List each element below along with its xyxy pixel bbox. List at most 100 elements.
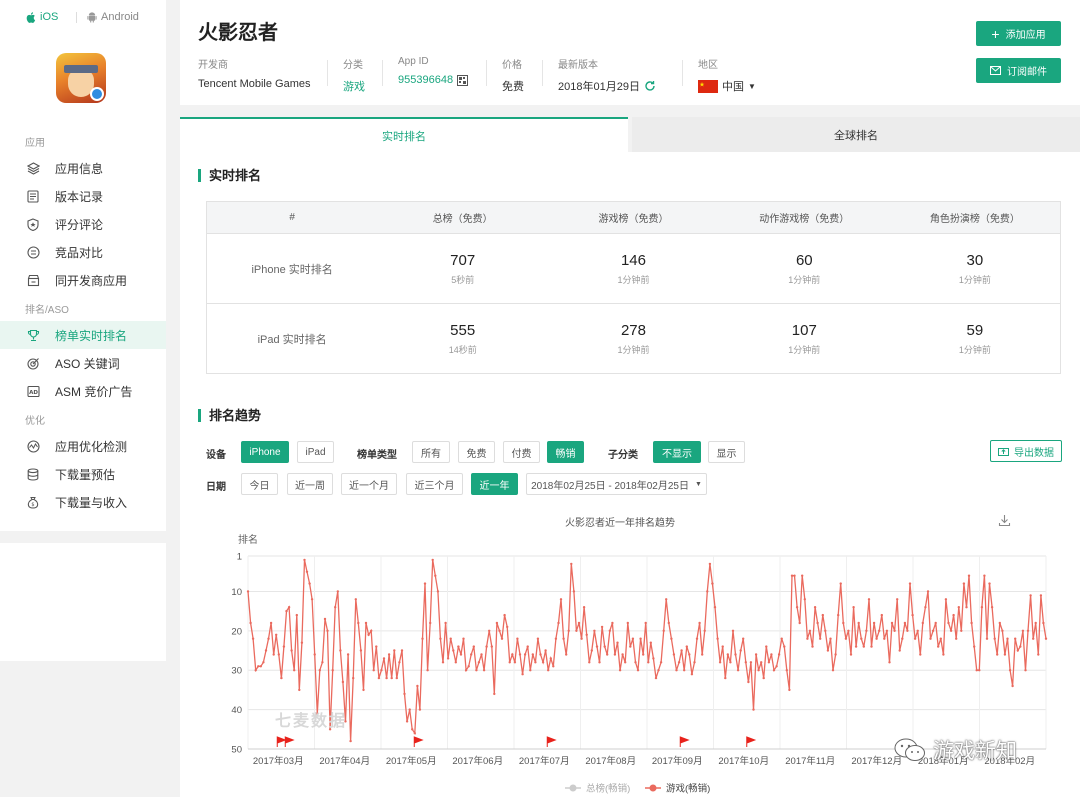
sidebar-item-asm-ads[interactable]: AD ASM 竞价广告 xyxy=(0,377,166,405)
sidebar-item-download-estimate[interactable]: 下载量预估 xyxy=(0,460,166,488)
date-range-picker[interactable]: 2018年02月25日 - 2018年02月25日 ▼ xyxy=(526,473,707,495)
data-point xyxy=(631,637,635,640)
data-point xyxy=(305,570,309,573)
data-point xyxy=(506,625,509,629)
data-point xyxy=(829,637,832,640)
svg-text:$: $ xyxy=(31,502,34,508)
data-point xyxy=(618,669,622,672)
data-point xyxy=(816,621,819,625)
data-point xyxy=(939,637,942,640)
data-point xyxy=(467,665,470,668)
data-point xyxy=(449,637,452,640)
sub-chip-show[interactable]: 显示 xyxy=(708,441,745,463)
data-point xyxy=(287,606,291,609)
date-chip-today[interactable]: 今日 xyxy=(241,473,278,495)
data-point xyxy=(670,637,673,640)
sidebar-item-app-optimization[interactable]: 应用优化检测 xyxy=(0,432,166,460)
date-chip-month[interactable]: 近一个月 xyxy=(341,473,397,495)
platform-ios-tab[interactable]: iOS xyxy=(26,11,58,23)
data-point xyxy=(844,637,848,640)
store-icon xyxy=(26,273,40,287)
data-point xyxy=(785,669,788,672)
tab-global-rank[interactable]: 全球排名 xyxy=(632,117,1080,152)
sidebar-item-same-developer[interactable]: 同开发商应用 xyxy=(0,266,166,294)
data-point xyxy=(919,653,922,656)
sidebar-item-aso-keywords[interactable]: ASO 关键词 xyxy=(0,349,166,377)
type-chip-all[interactable]: 所有 xyxy=(412,441,450,463)
data-point xyxy=(665,598,668,601)
data-point xyxy=(298,688,301,692)
data-point xyxy=(793,574,796,577)
sidebar-item-ratings[interactable]: 评分评论 xyxy=(0,210,166,238)
data-point xyxy=(518,653,522,656)
x-tick-label: 2017年03月 xyxy=(253,755,304,767)
sidebar-item-app-info[interactable]: 应用信息 xyxy=(0,154,166,182)
data-point xyxy=(1019,645,1022,648)
data-point xyxy=(567,629,570,632)
data-point xyxy=(323,617,327,621)
type-chip-paid[interactable]: 付费 xyxy=(503,441,540,463)
export-data-button[interactable]: 导出数据 xyxy=(990,440,1062,462)
data-point xyxy=(772,669,776,672)
legend-label: 总榜(畅销) xyxy=(586,783,630,795)
data-point xyxy=(749,661,753,664)
data-point xyxy=(326,629,329,632)
data-point xyxy=(554,637,558,640)
qrcode-icon[interactable] xyxy=(457,74,469,86)
data-point xyxy=(621,653,624,656)
subscribe-email-button[interactable]: 订阅邮件 xyxy=(976,58,1061,83)
data-point xyxy=(973,645,976,648)
data-point xyxy=(703,629,706,632)
data-point xyxy=(1029,594,1032,597)
data-point xyxy=(269,621,273,625)
meta-price: 价格 免费 xyxy=(502,56,524,94)
data-point xyxy=(949,629,953,632)
data-point xyxy=(831,669,835,672)
divider xyxy=(682,60,683,86)
data-point xyxy=(582,606,586,609)
data-point xyxy=(654,676,658,680)
appid-text[interactable]: 955396648 xyxy=(398,74,453,86)
sidebar-item-version-history[interactable]: 版本记录 xyxy=(0,182,166,210)
sub-chip-hide[interactable]: 不显示 xyxy=(653,441,701,463)
table-row: iPad 实时排名 555 14秒前 278 1分钟前 107 1分钟前 59 1分钟前 xyxy=(206,303,1061,374)
y-tick-label: 10 xyxy=(231,587,242,598)
sidebar-item-competitors[interactable]: 竞品对比 xyxy=(0,238,166,266)
date-chip-three-months[interactable]: 近三个月 xyxy=(406,473,463,495)
rank-cell: 60 1分钟前 xyxy=(718,233,890,304)
region-select[interactable]: 中国 ▼ xyxy=(698,78,756,94)
data-point xyxy=(901,637,904,640)
platform-android-tab[interactable]: Android xyxy=(87,11,139,23)
tab-realtime-rank[interactable]: 实时排名 xyxy=(180,117,628,152)
chart-download-icon[interactable] xyxy=(998,514,1011,527)
data-point xyxy=(500,637,504,640)
tab-label: 全球排名 xyxy=(834,129,878,142)
data-point xyxy=(334,606,337,609)
category-link[interactable]: 游戏 xyxy=(343,78,365,94)
data-point xyxy=(511,653,514,656)
data-point xyxy=(246,590,250,593)
type-chip-free[interactable]: 免费 xyxy=(458,441,495,463)
sidebar-item-downloads-revenue[interactable]: $ 下载量与收入 xyxy=(0,488,166,516)
row-label: iPad 实时排名 xyxy=(206,303,378,374)
sidebar-item-realtime-rank[interactable]: 榜单实时排名 xyxy=(0,321,166,349)
data-point xyxy=(293,669,296,672)
device-chip-iphone[interactable]: iPhone xyxy=(241,441,289,463)
monitor-icon xyxy=(26,439,40,453)
tab-label: 实时排名 xyxy=(382,130,426,143)
date-chip-year[interactable]: 近一年 xyxy=(471,473,518,495)
data-point xyxy=(777,653,781,656)
data-point xyxy=(890,621,894,625)
device-chip-ipad[interactable]: iPad xyxy=(297,441,334,463)
data-point xyxy=(911,613,914,617)
rank-cell: 278 1分钟前 xyxy=(548,303,719,374)
event-flag-icon xyxy=(746,736,757,747)
data-point xyxy=(839,582,842,585)
type-chip-grossing[interactable]: 畅销 xyxy=(547,441,584,463)
date-chip-week[interactable]: 近一周 xyxy=(287,473,333,495)
refresh-icon[interactable] xyxy=(644,80,656,92)
data-point xyxy=(405,720,409,723)
add-app-button[interactable]: + 添加应用 xyxy=(976,21,1061,46)
y-tick-label: 1 xyxy=(237,552,242,563)
data-point xyxy=(454,661,457,664)
